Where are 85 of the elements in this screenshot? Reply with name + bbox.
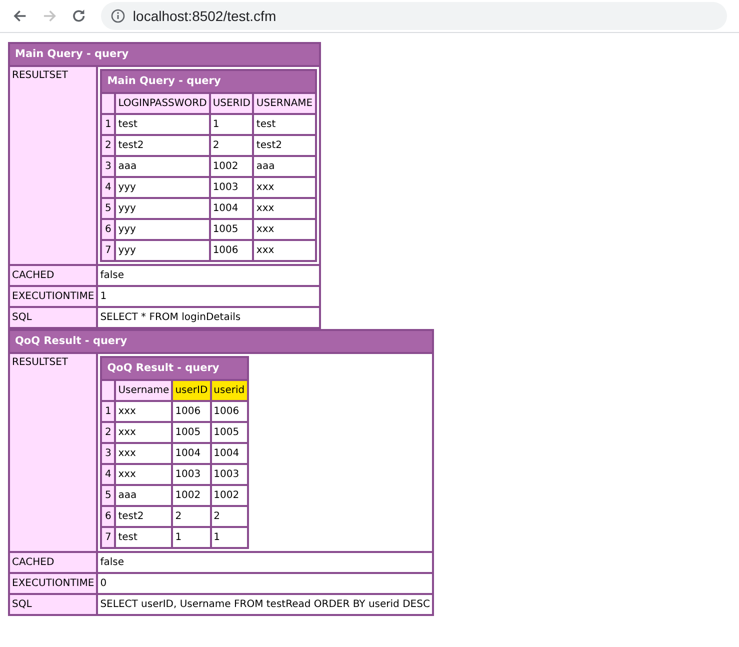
field-value: 1 [98, 287, 319, 306]
field-label: SQL [10, 595, 96, 614]
row-number: 4 [102, 178, 114, 197]
table-cell: 1003 [210, 178, 252, 197]
row-number: 5 [102, 486, 114, 505]
table-cell: 1002 [210, 157, 252, 176]
row-number: 1 [102, 402, 114, 421]
table-cell: xxx [116, 402, 172, 421]
table-cell: 2 [210, 136, 252, 155]
table-cell: aaa [254, 157, 315, 176]
field-label: SQL [10, 308, 96, 327]
column-header: USERNAME [254, 94, 315, 113]
row-number: 2 [102, 136, 114, 155]
table-cell: aaa [116, 157, 209, 176]
table-cell: 2 [173, 507, 210, 526]
table-cell: xxx [254, 199, 315, 218]
table-cell: 1006 [173, 402, 210, 421]
table-title: QoQ Result - query [102, 358, 247, 379]
table-cell: 1 [173, 528, 210, 547]
field-label: RESULTSET [10, 354, 96, 551]
row-number: 4 [102, 465, 114, 484]
field-label: RESULTSET [10, 67, 96, 264]
row-number: 7 [102, 528, 114, 547]
table-cell: xxx [116, 444, 172, 463]
table-cell: 1004 [210, 199, 252, 218]
table-cell: xxx [254, 220, 315, 239]
table-cell: test2 [116, 136, 209, 155]
table-cell: xxx [254, 241, 315, 260]
column-header: LOGINPASSWORD [116, 94, 209, 113]
row-number: 6 [102, 507, 114, 526]
reload-icon[interactable] [71, 8, 87, 24]
table-cell: 1004 [212, 444, 247, 463]
table-title: QoQ Result - query [10, 331, 432, 352]
table-cell: test2 [116, 507, 172, 526]
row-number: 3 [102, 157, 114, 176]
row-number: 3 [102, 444, 114, 463]
table-cell: 1003 [173, 465, 210, 484]
column-header: userid [212, 381, 247, 400]
table-cell: 1006 [210, 241, 252, 260]
table-cell: 1002 [212, 486, 247, 505]
table-cell: 1 [210, 115, 252, 134]
table-cell: test [116, 528, 172, 547]
table-cell: 1005 [173, 423, 210, 442]
table-cell: 1004 [173, 444, 210, 463]
url-text: localhost:8502/test.cfm [132, 6, 276, 26]
field-value: false [98, 266, 319, 285]
table-cell: 1005 [212, 423, 247, 442]
table-cell: xxx [116, 465, 172, 484]
row-number: 1 [102, 115, 114, 134]
field-label: EXECUTIONTIME [10, 574, 96, 593]
table-cell: test2 [254, 136, 315, 155]
table-cell: 1006 [212, 402, 247, 421]
table-cell: yyy [116, 199, 209, 218]
table-cell: 1005 [210, 220, 252, 239]
table-cell: xxx [254, 178, 315, 197]
address-bar[interactable]: localhost:8502/test.cfm [100, 2, 727, 30]
column-header: Username [116, 381, 172, 400]
column-header: USERID [210, 94, 252, 113]
table-cell: yyy [116, 241, 209, 260]
row-number: 5 [102, 199, 114, 218]
table-cell: 1003 [212, 465, 247, 484]
field-value: 0 [98, 574, 432, 593]
field-value: SELECT * FROM loginDetails [98, 308, 319, 327]
table-cell: xxx [116, 423, 172, 442]
info-icon[interactable] [110, 9, 125, 23]
table-cell: test [116, 115, 209, 134]
table-cell: yyy [116, 220, 209, 239]
row-number: 6 [102, 220, 114, 239]
table-cell: yyy [116, 178, 209, 197]
table-title: Main Query - query [10, 44, 319, 65]
field-label: CACHED [10, 553, 96, 572]
field-label: EXECUTIONTIME [10, 287, 96, 306]
table-cell: test [254, 115, 315, 134]
row-number: 2 [102, 423, 114, 442]
table-title: Main Query - query [102, 71, 315, 92]
back-arrow-icon[interactable] [12, 8, 28, 24]
column-header: userID [173, 381, 210, 400]
table-cell: 1 [212, 528, 247, 547]
table-cell: 2 [212, 507, 247, 526]
field-value: false [98, 553, 432, 572]
table-cell: aaa [116, 486, 172, 505]
field-value: SELECT userID, Username FROM testRead ORDER BY userid DESC [98, 595, 432, 614]
table-cell: 1002 [173, 486, 210, 505]
row-number: 7 [102, 241, 114, 260]
field-label: CACHED [10, 266, 96, 285]
